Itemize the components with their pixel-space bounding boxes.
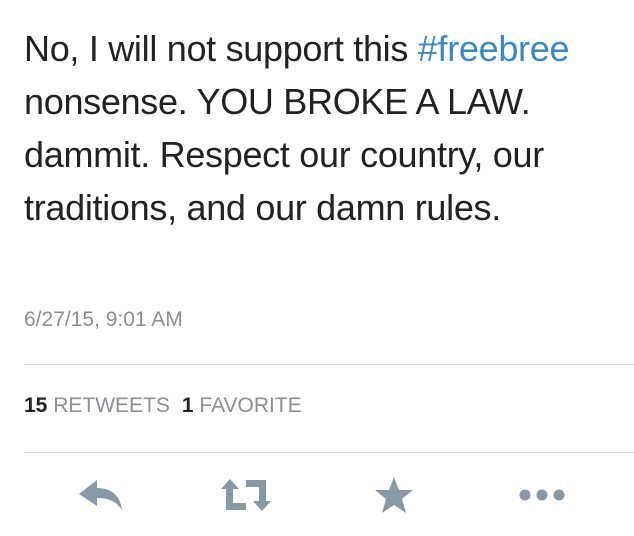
- retweets-count: 15: [24, 394, 48, 417]
- favorites-stat[interactable]: 1 FAVORITE: [182, 394, 302, 417]
- more-button[interactable]: [512, 470, 572, 520]
- retweets-stat[interactable]: 15 RETWEETS: [24, 394, 170, 417]
- favorites-count: 1: [181, 394, 194, 417]
- tweet-text: No, I will not support this #freebree no…: [24, 22, 624, 234]
- retweets-label: RETWEETS: [53, 394, 170, 417]
- retweet-icon: [221, 479, 271, 511]
- favorites-label: FAVORITE: [199, 394, 302, 417]
- hashtag-link[interactable]: #freebree: [418, 28, 570, 69]
- reply-button[interactable]: [70, 470, 130, 520]
- favorite-button[interactable]: [364, 470, 424, 520]
- reply-icon: [79, 480, 122, 510]
- tweet-text-after: nonsense. YOU BROKE A LAW. dammit. Respe…: [24, 81, 544, 228]
- tweet-stats: 15 RETWEETS 1 FAVORITE: [24, 394, 302, 418]
- tweet-timestamp: 6/27/15, 9:01 AM: [24, 308, 183, 331]
- more-icon: [519, 489, 565, 501]
- tweet-actions-bar: [0, 470, 634, 520]
- divider: [24, 364, 634, 365]
- retweet-button[interactable]: [216, 470, 276, 520]
- tweet-text-before: No, I will not support this: [24, 28, 418, 69]
- star-icon: [375, 477, 413, 513]
- divider: [24, 452, 634, 453]
